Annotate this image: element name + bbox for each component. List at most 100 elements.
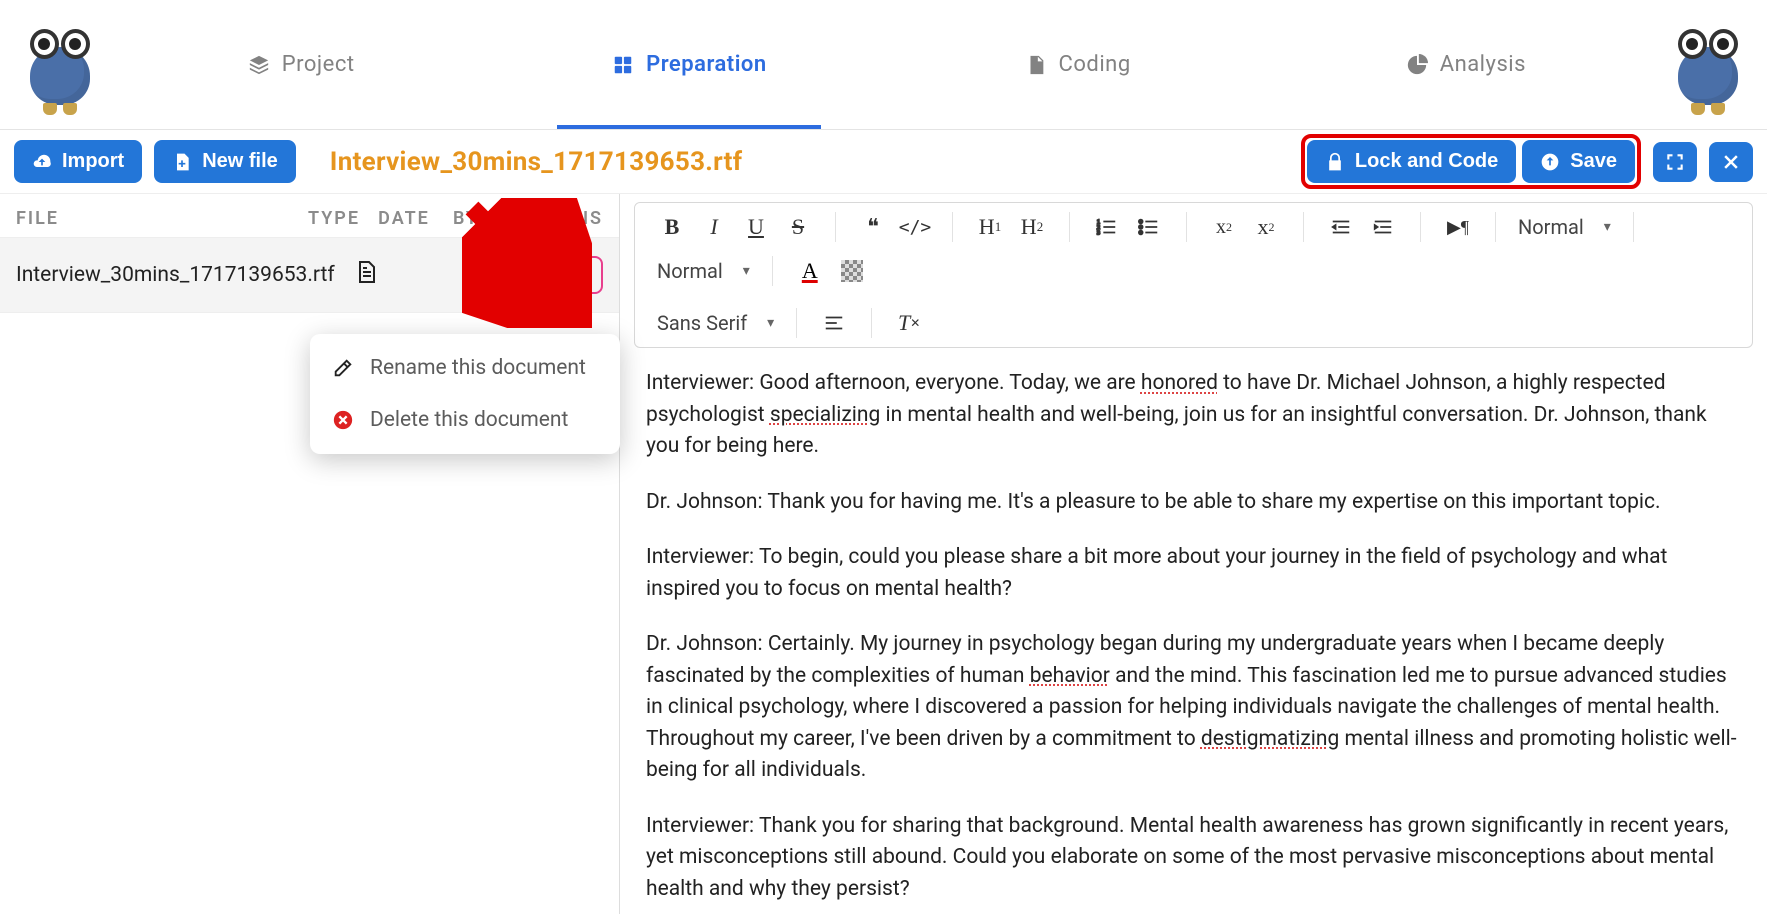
font-family-label: Sans Serif [657,311,747,335]
app-logo-right[interactable] [1660,15,1755,115]
paragraph-format-select[interactable]: Normal ▾ [1506,215,1623,239]
row-actions-menu-button[interactable] [569,256,603,294]
tab-analysis[interactable]: Analysis [1272,0,1660,129]
unordered-list-button[interactable] [1130,209,1168,245]
underline-button[interactable]: U [737,209,775,245]
row-context-menu: Rename this document Delete this documen… [310,334,620,454]
paragraph-format-label: Normal [1518,215,1584,239]
tab-coding[interactable]: Coding [884,0,1272,129]
h2-button[interactable]: H2 [1013,209,1051,245]
file-text-icon [354,258,378,286]
expand-icon [1665,152,1685,172]
text-direction-button[interactable]: ▶¶ [1439,209,1477,245]
code-block-button[interactable]: </> [896,209,934,245]
pie-chart-icon [1406,54,1428,76]
layers-icon [248,54,270,76]
editor-body[interactable]: Interviewer: Good afternoon, everyone. T… [620,358,1767,914]
col-file: FILE [16,208,299,229]
spellcheck-word: destigmatizing [1201,727,1339,751]
close-button[interactable] [1709,142,1753,182]
owl-logo-icon [20,15,100,115]
file-row-by [458,257,506,293]
save-button[interactable]: Save [1522,140,1635,183]
new-file-button[interactable]: New file [154,140,296,183]
file-row[interactable]: Interview_30mins_1717139653.rtf [0,237,619,313]
editor-toolbar: B I U S ❝ </> H1 H2 123 x2 [634,202,1753,348]
file-row-name: Interview_30mins_1717139653.rtf [16,263,335,287]
bold-button[interactable]: B [653,209,691,245]
context-rename-label: Rename this document [370,356,586,380]
align-button[interactable] [815,305,853,341]
tab-project-label: Project [282,52,355,77]
editor-pane: B I U S ❝ </> H1 H2 123 x2 [620,194,1767,914]
expand-button[interactable] [1653,142,1697,182]
highlight-annotation: Lock and Code Save [1301,134,1641,189]
context-delete[interactable]: Delete this document [310,394,620,446]
paragraph: Interviewer: Thank you for sharing that … [646,811,1741,906]
main-area: FILE TYPE DATE BY ACTIONS Interview_30mi… [0,194,1767,914]
superscript-button[interactable]: x2 [1247,209,1285,245]
lock-icon [1325,152,1345,172]
text-color-button[interactable]: A [791,253,829,289]
col-date: DATE [369,208,439,229]
upload-circle-icon [1540,152,1560,172]
tab-preparation[interactable]: Preparation [495,0,883,129]
save-button-label: Save [1570,150,1617,173]
italic-button[interactable]: I [695,209,733,245]
col-actions: ACTIONS [493,208,603,229]
strike-button[interactable]: S [779,209,817,245]
topbar: Project Preparation Coding Analysis [0,0,1767,130]
col-type: TYPE [299,208,369,229]
font-size-label: Normal [657,259,723,283]
indent-button[interactable] [1364,209,1402,245]
context-delete-label: Delete this document [370,408,568,432]
tab-analysis-label: Analysis [1440,52,1526,77]
paragraph: Dr. Johnson: Thank you for having me. It… [646,487,1741,519]
grid-icon [612,54,634,76]
clear-format-button[interactable]: T✕ [890,305,928,341]
lock-and-code-label: Lock and Code [1355,150,1498,173]
tab-project[interactable]: Project [107,0,495,129]
outdent-button[interactable] [1322,209,1360,245]
cloud-upload-icon [32,152,52,172]
paragraph: Dr. Johnson: Certainly. My journey in ps… [646,629,1741,787]
edit-icon [332,357,354,379]
delete-circle-icon [332,409,354,431]
ordered-list-button[interactable]: 123 [1088,209,1126,245]
spellcheck-word: behavior [1030,664,1110,688]
nav-tabs: Project Preparation Coding Analysis [107,0,1660,129]
col-by: BY [439,208,493,229]
spellcheck-word: specializing [770,403,880,427]
font-size-select[interactable]: Normal ▾ [645,259,762,283]
tab-coding-label: Coding [1059,52,1131,77]
file-sidebar: FILE TYPE DATE BY ACTIONS Interview_30mi… [0,194,620,914]
blockquote-button[interactable]: ❝ [854,209,892,245]
paragraph: Interviewer: Good afternoon, everyone. T… [646,368,1741,463]
chevron-updown-icon: ▾ [743,263,750,279]
h1-button[interactable]: H1 [971,209,1009,245]
import-button-label: Import [62,150,124,173]
spellcheck-word: honored [1141,371,1218,395]
owl-avatar-icon [464,257,500,293]
new-file-button-label: New file [202,150,278,173]
file-table-header: FILE TYPE DATE BY ACTIONS [0,194,619,237]
chevron-updown-icon: ▾ [1604,219,1611,235]
app-logo-left [12,15,107,115]
document-icon [1025,54,1047,76]
document-title: Interview_30mins_1717139653.rtf [330,147,743,177]
owl-avatar-icon [1668,15,1748,115]
svg-text:3: 3 [1097,229,1100,236]
close-icon [1721,152,1741,172]
lock-and-code-button[interactable]: Lock and Code [1307,140,1516,183]
action-bar: Import New file Interview_30mins_1717139… [0,130,1767,194]
subscript-button[interactable]: x2 [1205,209,1243,245]
tab-preparation-label: Preparation [646,52,767,77]
background-color-button[interactable] [833,253,871,289]
paragraph: Interviewer: To begin, could you please … [646,542,1741,605]
context-rename[interactable]: Rename this document [310,342,620,394]
chevron-updown-icon: ▾ [767,315,774,331]
file-plus-icon [172,152,192,172]
file-row-type [335,258,397,292]
font-family-select[interactable]: Sans Serif ▾ [645,311,786,335]
import-button[interactable]: Import [14,140,142,183]
